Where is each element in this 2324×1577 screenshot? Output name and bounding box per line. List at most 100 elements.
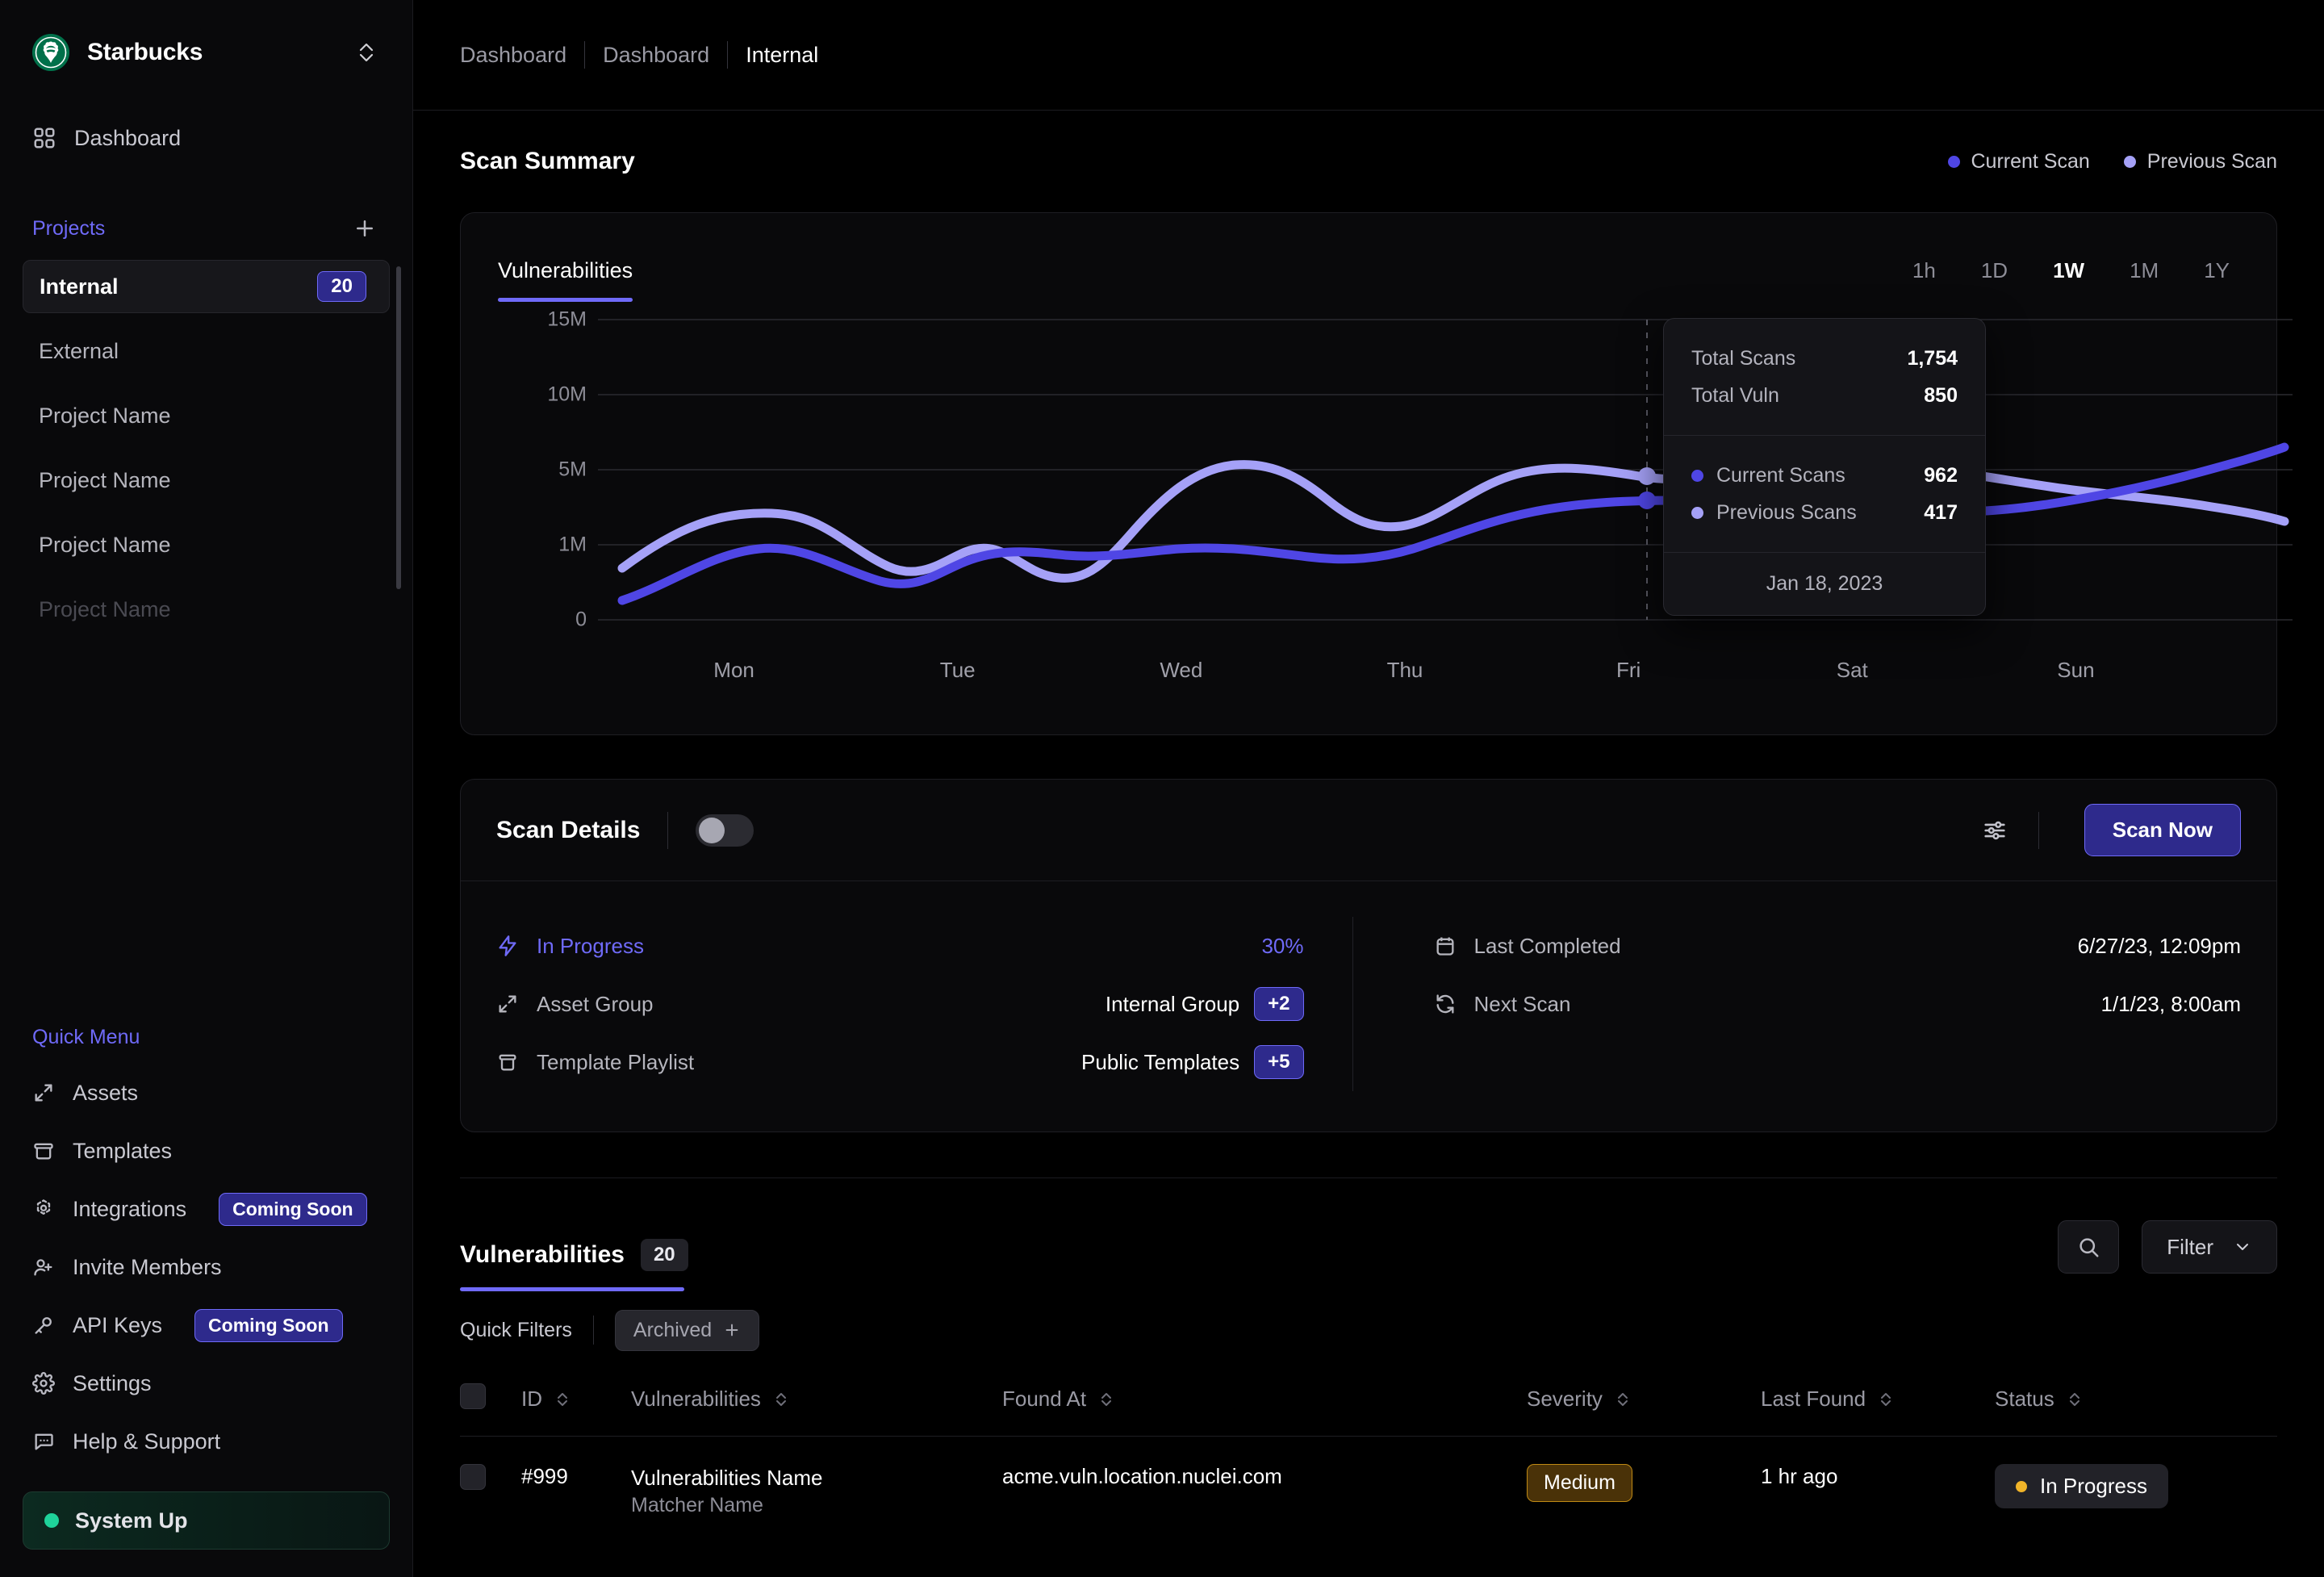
detail-extra-count-badge[interactable]: +2 [1254, 987, 1304, 1021]
starbucks-logo-icon [32, 34, 69, 71]
sidebar-item-assets[interactable]: Assets [23, 1064, 390, 1122]
table-header-row: ID Vulnerabilities Found At Severity Las… [460, 1383, 2277, 1437]
column-id[interactable]: ID [521, 1383, 631, 1437]
x-tick-label: Wed [1160, 658, 1203, 682]
project-item-external[interactable]: External [23, 324, 390, 378]
scan-details-toggle[interactable] [696, 814, 754, 847]
grid-icon [32, 126, 56, 150]
toggle-knob [699, 817, 725, 843]
sidebar-item-help-support[interactable]: Help & Support [23, 1412, 390, 1470]
plus-icon [723, 1321, 741, 1339]
column-select-all [460, 1383, 521, 1437]
projects-scrollbar[interactable] [396, 260, 401, 647]
tooltip-row-current-scans: Current Scans 962 [1691, 457, 1958, 494]
project-item[interactable]: Project Name [23, 583, 390, 636]
time-range-1y[interactable]: 1Y [2204, 258, 2230, 296]
column-label: Status [1995, 1387, 2054, 1411]
breadcrumb: Dashboard Dashboard Internal [460, 41, 836, 69]
y-tick-label: 15M [547, 307, 587, 331]
sidebar-item-label: API Keys [73, 1312, 163, 1337]
sidebar-item-label: Assets [73, 1080, 139, 1105]
column-label: Found At [1002, 1387, 1087, 1411]
scan-now-button[interactable]: Scan Now [2084, 804, 2241, 856]
breadcrumb-item[interactable]: Dashboard [585, 43, 727, 68]
status-badge: In Progress [1995, 1464, 2168, 1508]
x-axis-ticks: Mon Tue Wed Thu Fri Sat Sun [622, 658, 2188, 683]
sort-icon[interactable] [1616, 1390, 1630, 1409]
chart-hover-point-previous [1638, 467, 1656, 485]
tooltip-series: Current Scans 962 Previous Scans 417 [1664, 435, 1985, 552]
status-dot-icon [44, 1513, 59, 1528]
sidebar-item-settings[interactable]: Settings [23, 1354, 390, 1412]
detail-row-last-completed: Last Completed 6/27/23, 12:09pm [1434, 917, 2241, 975]
x-tick-label: Fri [1616, 658, 1641, 682]
column-status[interactable]: Status [1995, 1383, 2277, 1437]
column-found-at[interactable]: Found At [1002, 1383, 1527, 1437]
tooltip-value: 1,754 [1907, 346, 1958, 370]
scan-details-body: In Progress 30% Asset Group Internal Gro… [461, 881, 2276, 1132]
bolt-icon [496, 935, 519, 957]
tooltip-label: Previous Scans [1716, 500, 1857, 524]
time-range-1w[interactable]: 1W [2053, 258, 2084, 296]
tooltip-label: Total Scans [1691, 346, 1796, 370]
tooltip-date: Jan 18, 2023 [1766, 572, 1883, 595]
sidebar-item-dashboard-label: Dashboard [74, 125, 182, 150]
sidebar-item-templates[interactable]: Templates [23, 1122, 390, 1180]
sort-icon[interactable] [1099, 1390, 1114, 1409]
sort-icon[interactable] [555, 1390, 570, 1409]
row-matcher-name: Matcher Name [631, 1494, 763, 1517]
detail-row-in-progress: In Progress 30% [496, 917, 1304, 975]
project-label: Project Name [39, 532, 171, 557]
column-vulnerabilities[interactable]: Vulnerabilities [631, 1383, 1002, 1437]
plus-icon[interactable] [353, 216, 377, 241]
detail-extra-count-badge[interactable]: +5 [1254, 1045, 1304, 1079]
column-severity[interactable]: Severity [1527, 1383, 1761, 1437]
filter-button[interactable]: Filter [2142, 1220, 2277, 1274]
breadcrumb-item-current[interactable]: Internal [728, 43, 836, 68]
divider [592, 1316, 594, 1345]
project-item[interactable]: Project Name [23, 389, 390, 442]
quick-menu-header: Quick Menu [0, 1026, 412, 1049]
status-dot-icon [2016, 1480, 2027, 1492]
project-item[interactable]: Project Name [23, 518, 390, 571]
sort-icon[interactable] [2067, 1390, 2082, 1409]
sort-icon[interactable] [1879, 1390, 1893, 1409]
archive-icon [32, 1140, 55, 1162]
vulnerabilities-header: Vulnerabilities 20 Filter [460, 1178, 2277, 1291]
time-range-1h[interactable]: 1h [1912, 258, 1936, 296]
tab-vulnerabilities-table[interactable]: Vulnerabilities 20 [460, 1239, 688, 1291]
line-chart: 15M 10M 5M 1M 0 Mon Tue Wed Thu Fri Sat … [461, 307, 2293, 689]
row-last-found: 1 hr ago [1761, 1464, 1838, 1488]
sidebar-item-dashboard[interactable]: Dashboard [0, 113, 412, 163]
chevron-up-down-icon[interactable] [356, 40, 377, 65]
sliders-icon[interactable] [1972, 808, 2017, 853]
sort-icon[interactable] [774, 1390, 788, 1409]
column-last-found[interactable]: Last Found [1761, 1383, 1995, 1437]
y-tick-label: 5M [558, 458, 587, 481]
row-checkbox[interactable] [460, 1464, 486, 1490]
tooltip-row-previous-scans: Previous Scans 417 [1691, 494, 1958, 531]
select-all-checkbox[interactable] [460, 1383, 486, 1409]
cell-status: In Progress [1995, 1437, 2277, 1520]
project-item[interactable]: Project Name [23, 454, 390, 507]
project-item-internal[interactable]: Internal 20 [23, 260, 390, 313]
projects-scrollbar-thumb[interactable] [396, 266, 401, 589]
table-row[interactable]: #999 Vulnerabilities Name Matcher Name a… [460, 1437, 2277, 1520]
org-switcher[interactable]: Starbucks [0, 0, 412, 105]
scan-details-header: Scan Details Scan Now [461, 780, 2276, 881]
calendar-icon [1434, 935, 1457, 957]
quick-filter-chip-archived[interactable]: Archived [614, 1309, 760, 1351]
search-icon[interactable] [2058, 1220, 2120, 1274]
time-range-1d[interactable]: 1D [1981, 258, 2008, 296]
y-tick-label: 0 [575, 608, 587, 631]
breadcrumb-item[interactable]: Dashboard [460, 43, 584, 68]
divider [667, 811, 669, 849]
page-title: Scan Summary [460, 148, 635, 174]
time-range-1m[interactable]: 1M [2130, 258, 2159, 296]
tab-vulnerabilities[interactable]: Vulnerabilities [498, 258, 633, 302]
sidebar-item-integrations[interactable]: Integrations Coming Soon [23, 1180, 390, 1238]
scan-details-card: Scan Details Scan Now In Progress 30% As… [460, 779, 2277, 1132]
sidebar-item-api-keys[interactable]: API Keys Coming Soon [23, 1296, 390, 1354]
sidebar-item-invite-members[interactable]: Invite Members [23, 1238, 390, 1296]
